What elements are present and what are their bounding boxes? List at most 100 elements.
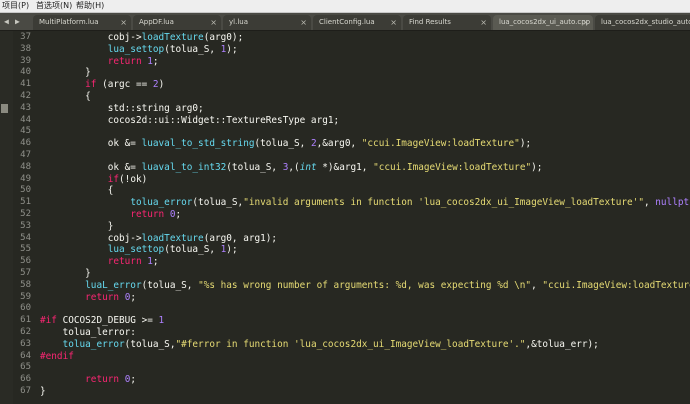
tab-close-icon[interactable]: × bbox=[120, 15, 127, 30]
tab-close-icon[interactable]: × bbox=[300, 15, 307, 30]
code-token: cobj-> bbox=[107, 32, 142, 43]
code-line: return 1; bbox=[40, 56, 159, 68]
line-number: 59 bbox=[20, 291, 31, 302]
code-token: tolua_error bbox=[62, 338, 125, 350]
line-number: 38 bbox=[20, 43, 31, 54]
code-line: if (argc == 2) bbox=[40, 79, 164, 91]
code-token: ,( bbox=[288, 161, 300, 173]
menu-help[interactable]: 帮助(H) bbox=[76, 0, 104, 12]
code-line: tolua_error(tolua_S,"invalid arguments i… bbox=[40, 197, 690, 209]
code-token: ; bbox=[175, 209, 182, 220]
code-token: loadTexture bbox=[141, 232, 204, 244]
scroll-marker[interactable] bbox=[1, 104, 8, 113]
code-token: { bbox=[107, 185, 114, 197]
code-token: ; bbox=[130, 291, 136, 303]
code-line: lua_settop(tolua_S, 1); bbox=[40, 244, 238, 256]
code-line: cobj->loadTexture(arg0, arg1); bbox=[40, 233, 277, 245]
code-token: "ccui.ImageView:loadTexture" bbox=[542, 279, 690, 291]
tab-yl-lua[interactable]: yl.lua × bbox=[223, 15, 311, 30]
code-token: cocos2d::ui::Widget::TextureResType arg1… bbox=[107, 114, 340, 126]
line-number: 53 bbox=[20, 220, 31, 231]
menu-project[interactable]: 项目(P) bbox=[2, 0, 29, 12]
tab-close-icon[interactable]: × bbox=[582, 15, 589, 30]
tab-appdf-lua[interactable]: AppDF.lua × bbox=[133, 15, 221, 30]
code-token: "#ferror in function 'lua_cocos2dx_ui_Im… bbox=[175, 338, 526, 350]
code-token: (tolua_S, bbox=[124, 338, 176, 350]
line-number: 37 bbox=[20, 32, 31, 42]
tab-lua-cocos2dx-studio-auto-cpp[interactable]: lua_cocos2dx_studio_auto.cpp bbox=[595, 15, 690, 30]
code-token: tolua_lerror: bbox=[62, 327, 136, 338]
line-number: 64 bbox=[20, 350, 31, 361]
tab-clientconfig-lua[interactable]: ClientConfig.lua × bbox=[313, 15, 401, 30]
code-token: ); bbox=[531, 161, 543, 173]
code-token: (argc == bbox=[96, 79, 153, 91]
code-token: , bbox=[643, 197, 656, 209]
code-token: if bbox=[107, 173, 120, 185]
line-number: 48 bbox=[20, 161, 31, 172]
tab-multiplatform-lua[interactable]: MultiPlatform.lua × bbox=[33, 15, 131, 30]
line-number: 42 bbox=[20, 91, 31, 101]
line-number: 54 bbox=[20, 232, 31, 243]
line-number: 56 bbox=[20, 256, 31, 267]
code-line: tolua_lerror: bbox=[40, 327, 136, 339]
line-number: 57 bbox=[20, 268, 31, 278]
line-number: 66 bbox=[20, 374, 31, 385]
code-line: cobj->loadTexture(arg0); bbox=[40, 32, 243, 44]
code-line: } bbox=[40, 268, 91, 280]
code-token: (arg0, arg1); bbox=[203, 232, 278, 244]
code-token: ; bbox=[130, 374, 136, 386]
menu-preferences[interactable]: 首选项(N) bbox=[36, 0, 72, 12]
tab-scroll-right-icon[interactable]: ▶ bbox=[15, 13, 20, 30]
tab-close-icon[interactable]: × bbox=[480, 15, 487, 30]
line-number: 47 bbox=[20, 150, 31, 160]
line-number: 62 bbox=[20, 327, 31, 337]
tab-close-icon[interactable]: × bbox=[390, 15, 397, 30]
code-line: } bbox=[40, 386, 46, 398]
line-number: 44 bbox=[20, 114, 31, 125]
line-number: 60 bbox=[20, 303, 31, 314]
code-token: 1 bbox=[158, 315, 165, 327]
code-token: ); bbox=[519, 138, 532, 150]
tab-lua-cocos2dx-ui-auto-cpp[interactable]: lua_cocos2dx_ui_auto.cpp × bbox=[493, 15, 593, 30]
tab-find-results[interactable]: Find Results × bbox=[403, 15, 491, 30]
line-number: 55 bbox=[20, 244, 31, 255]
code-token: int bbox=[299, 161, 317, 173]
tab-close-icon[interactable]: × bbox=[210, 15, 217, 30]
tab-bar: ◀ ▶ MultiPlatform.lua × AppDF.lua × yl.l… bbox=[0, 13, 690, 31]
line-number: 58 bbox=[20, 279, 31, 290]
code-token: #if bbox=[40, 315, 57, 327]
line-number: 61 bbox=[20, 315, 31, 326]
tab-label: MultiPlatform.lua bbox=[39, 18, 99, 26]
code-token: nullptr bbox=[655, 197, 690, 209]
code-line: { bbox=[40, 185, 114, 197]
code-token: ,&tolua_err); bbox=[525, 338, 599, 350]
code-token: } bbox=[85, 67, 91, 79]
line-number: 40 bbox=[20, 67, 31, 78]
tab-label: Find Results bbox=[409, 18, 451, 26]
code-line: luaL_error(tolua_S, "%s has wrong number… bbox=[40, 280, 690, 292]
code-token: return bbox=[130, 209, 165, 220]
code-line: lua_settop(tolua_S, 1); bbox=[40, 44, 238, 56]
line-number: 43 bbox=[20, 102, 31, 113]
tab-scroll-left-icon[interactable]: ◀ bbox=[4, 13, 9, 30]
tab-label: ClientConfig.lua bbox=[319, 18, 375, 26]
code-token: } bbox=[40, 386, 46, 397]
code-editor[interactable]: cobj->loadTexture(arg0); lua_settop(tolu… bbox=[40, 31, 690, 404]
code-token: luaval_to_std_string bbox=[141, 138, 255, 150]
tab-label: yl.lua bbox=[229, 18, 248, 26]
